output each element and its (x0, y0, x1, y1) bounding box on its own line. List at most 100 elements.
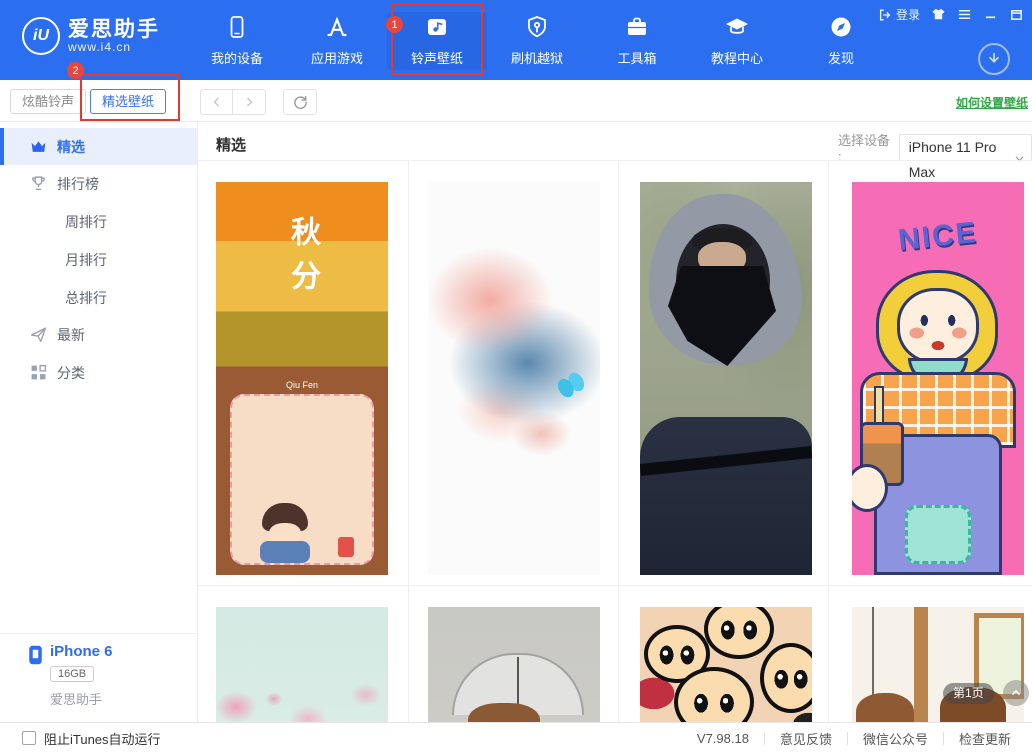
nav-tab-ringtone-wallpaper[interactable]: 铃声壁纸 (387, 12, 487, 70)
appstore-icon (287, 14, 387, 44)
main-menu-icon[interactable] (957, 7, 972, 22)
sub-toolbar: 炫酷铃声 精选壁纸 如何设置壁纸 (0, 80, 1032, 122)
wallpaper-thumb-nice-girl[interactable]: NICE (852, 182, 1024, 575)
app-title: 爱思助手 (68, 18, 160, 41)
grid-icon (30, 364, 47, 381)
wechat-account-link[interactable]: 微信公众号 (848, 729, 943, 748)
device-select-dropdown[interactable]: iPhone 11 Pro Max (899, 134, 1032, 161)
nav-tab-jailbreak[interactable]: 刷机越狱 (487, 12, 587, 70)
history-nav (200, 89, 266, 115)
app-header: iU 爱思助手 www.i4.cn 我的设备 应用游戏 铃声壁纸 (0, 0, 1032, 80)
sidebar-item-label: 排行榜 (57, 174, 99, 194)
sidebar-item-featured[interactable]: 精选 (0, 128, 197, 165)
art-shape (260, 541, 310, 563)
crown-icon (30, 138, 47, 155)
wallpaper-thumb-pink-flowers[interactable] (216, 607, 388, 722)
ringtone-wallpaper-icon (387, 14, 487, 44)
tab-featured-wallpapers[interactable]: 精选壁纸 (90, 89, 166, 114)
logo-text: 爱思助手 www.i4.cn (68, 18, 160, 54)
page-indicator-badge: 第1页 (943, 683, 994, 704)
back-button[interactable] (200, 89, 233, 115)
device-capacity-badge: 16GB (50, 666, 94, 682)
nav-tab-label: 工具箱 (587, 48, 687, 67)
sidebar-item-monthly-ranking[interactable]: 月排行 (0, 241, 197, 278)
shield-key-icon (487, 14, 587, 44)
nav-tab-my-device[interactable]: 我的设备 (187, 12, 287, 70)
sidebar-item-total-ranking[interactable]: 总排行 (0, 279, 197, 316)
nav-tab-discover[interactable]: 发现 (791, 12, 891, 70)
forward-button[interactable] (233, 89, 266, 115)
chevron-down-icon (1015, 145, 1024, 170)
sidebar-item-label: 总排行 (65, 288, 107, 308)
grid-divider (198, 160, 1032, 161)
how-to-set-wallpaper-link[interactable]: 如何设置壁纸 (956, 94, 1028, 111)
refresh-button[interactable] (283, 89, 317, 115)
minimize-icon[interactable] (983, 7, 998, 22)
art-shape (874, 386, 884, 426)
wallpaper-thumb-watercolor-boy[interactable] (428, 182, 600, 575)
sidebar-item-label: 周排行 (65, 212, 107, 232)
sidebar-item-latest[interactable]: 最新 (0, 316, 197, 353)
sidebar-item-label: 月排行 (65, 250, 107, 270)
back-to-top-button[interactable] (1003, 680, 1029, 706)
check-update-link[interactable]: 检查更新 (944, 729, 1026, 748)
nav-tab-apps-games[interactable]: 应用游戏 (287, 12, 387, 70)
sidebar-item-categories[interactable]: 分类 (0, 354, 197, 391)
wallpaper-thumb-umbrella[interactable] (428, 607, 600, 722)
main-content: 精选 选择设备 : iPhone 11 Pro Max 秋分 Qiu Fen (198, 122, 1032, 722)
download-manager-button[interactable] (978, 43, 1010, 75)
device-select-label: 选择设备 : (838, 130, 892, 164)
app-url: www.i4.cn (68, 41, 160, 54)
version-label: V7.98.18 (682, 731, 764, 746)
block-itunes-label: 阻止iTunes自动运行 (44, 729, 161, 748)
wallpaper-thumb-autumn[interactable]: 秋分 Qiu Fen (216, 182, 388, 575)
tab-cool-ringtones[interactable]: 炫酷铃声 (10, 89, 86, 114)
window-controls: 登录 (878, 6, 1024, 23)
art-face (760, 643, 812, 713)
sidebar-item-weekly-ranking[interactable]: 周排行 (0, 203, 197, 240)
art-shape (914, 607, 928, 722)
art-shape (640, 417, 812, 575)
wallpaper-thumb-hooded-person[interactable] (640, 182, 812, 575)
nav-tab-toolbox[interactable]: 工具箱 (587, 12, 687, 70)
art-face (674, 667, 754, 722)
sidebar: 精选 排行榜 周排行 月排行 总排行 最新 分类 (0, 122, 198, 722)
art-butterfly (552, 366, 591, 404)
theme-skin-icon[interactable] (931, 7, 946, 22)
logo-monogram-icon: iU (22, 17, 60, 55)
nav-tab-tutorials[interactable]: 教程中心 (687, 12, 787, 70)
feedback-link[interactable]: 意见反馈 (765, 729, 847, 748)
grid-divider (828, 160, 829, 722)
device-phone-icon (28, 645, 43, 670)
block-itunes-checkbox[interactable] (22, 731, 36, 745)
login-label: 登录 (896, 6, 920, 23)
sidebar-item-label: 分类 (57, 363, 85, 383)
art-shape (856, 693, 914, 722)
art-face (704, 607, 774, 659)
graduation-cap-icon (687, 14, 787, 44)
sidebar-divider (0, 633, 197, 634)
grid-divider (198, 585, 1032, 586)
device-name[interactable]: iPhone 6 (50, 643, 113, 660)
nav-tab-label: 我的设备 (187, 48, 287, 67)
status-bar: 阻止iTunes自动运行 V7.98.18 意见反馈 微信公众号 检查更新 (0, 722, 1032, 753)
device-select-wrap: 选择设备 : iPhone 11 Pro Max (838, 130, 1032, 164)
nav-tab-label: 铃声壁纸 (387, 48, 487, 67)
art-shape (338, 537, 354, 557)
app-logo: iU 爱思助手 www.i4.cn (22, 17, 160, 55)
nav-tab-label: 应用游戏 (287, 48, 387, 67)
device-app-label: 爱思助手 (50, 689, 102, 708)
wallpaper-thumb-window-couple[interactable] (852, 607, 1024, 722)
paper-plane-icon (30, 326, 47, 343)
art-shape (905, 505, 971, 564)
maximize-icon[interactable] (1009, 7, 1024, 22)
login-button[interactable]: 登录 (878, 6, 920, 23)
wallpaper-text: 秋分 (280, 216, 324, 304)
compass-icon (791, 14, 891, 44)
sidebar-item-rankings[interactable]: 排行榜 (0, 165, 197, 202)
grid-divider (408, 160, 409, 722)
art-shape (897, 288, 979, 364)
wallpaper-thumb-shinchan[interactable] (640, 607, 812, 722)
device-select-value: iPhone 11 Pro Max (909, 139, 997, 180)
toolbox-icon (587, 14, 687, 44)
